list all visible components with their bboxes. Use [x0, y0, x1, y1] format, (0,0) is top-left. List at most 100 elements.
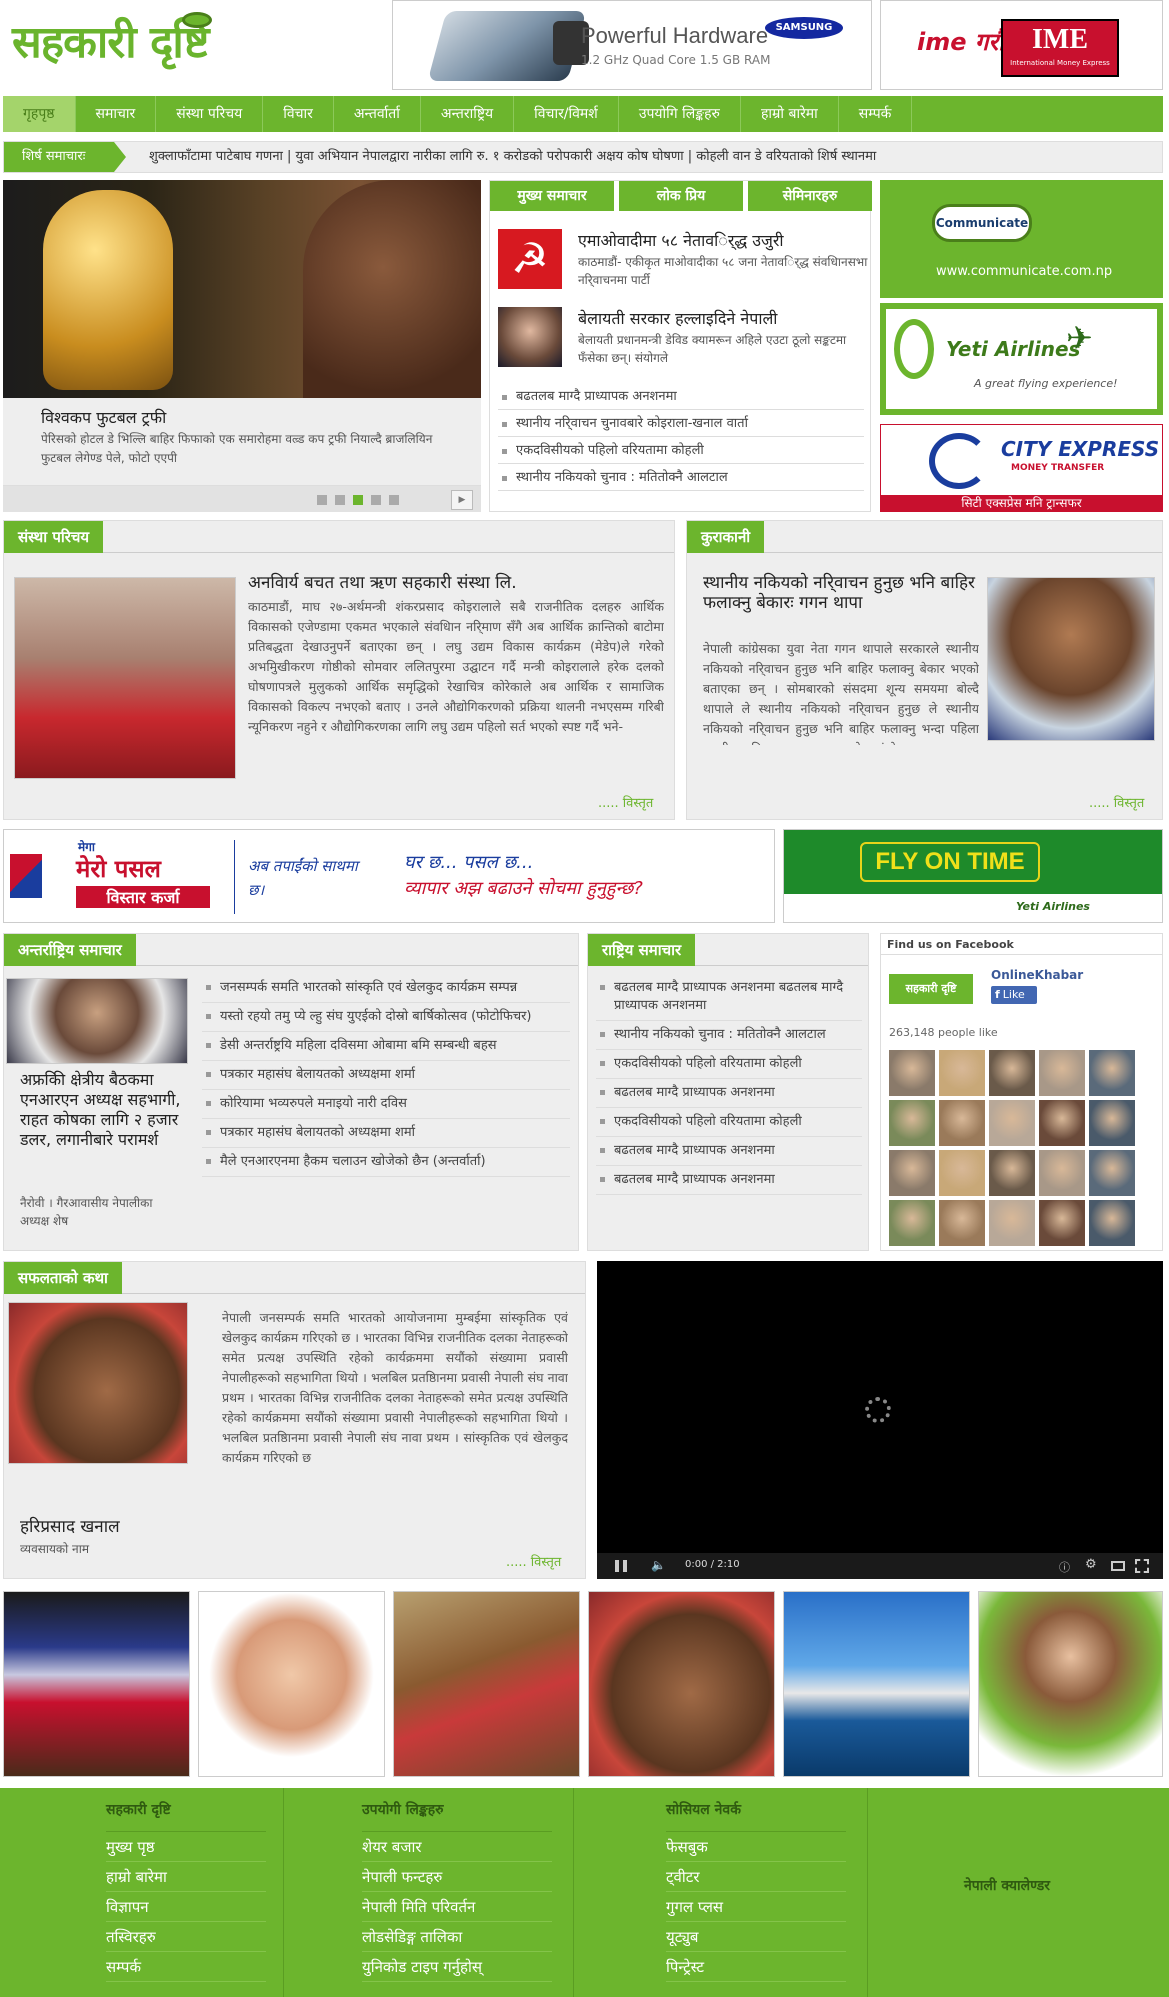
nrn-president-photo[interactable]	[6, 978, 188, 1064]
fb-fan-avatar[interactable]	[889, 1050, 935, 1096]
footer-link[interactable]: नेपाली फन्टहरु	[362, 1862, 552, 1892]
nav-item[interactable]: अन्तर्वार्ता	[334, 96, 421, 132]
yeti-airlines-ad[interactable]: Yeti Airlines ✈ A great flying experienc…	[880, 303, 1163, 415]
intl-news-item[interactable]: मैले एनआरएनमा हैकम चलाउन खोजेको छैन (अन्…	[202, 1148, 570, 1177]
fb-fan-avatar[interactable]	[1089, 1150, 1135, 1196]
fb-fan-avatar[interactable]	[939, 1150, 985, 1196]
footer-link[interactable]: लोडसेडिङ्ग तालिका	[362, 1922, 552, 1952]
footer-link[interactable]: तस्विरहरु	[106, 1922, 266, 1952]
gallery-photo[interactable]	[3, 1591, 190, 1777]
fb-fan-avatar[interactable]	[939, 1050, 985, 1096]
slide-dot[interactable]	[317, 495, 327, 505]
slide-dot[interactable]	[335, 495, 345, 505]
article-title[interactable]: स्थानीय नकियको नरि्वाचन हुनुछ भनि बाहिर …	[703, 573, 993, 613]
footer-link[interactable]: गुगल प्लस	[666, 1892, 846, 1922]
tab-seminars[interactable]: सेमिनारहरु	[748, 181, 872, 211]
slide-title[interactable]: विश्वकप फुटबल ट्रफी	[41, 406, 166, 428]
samsung-ad[interactable]: Powerful Hardware 1.2 GHz Quad Core 1.5 …	[392, 0, 872, 90]
nav-item[interactable]: हाम्रो बारेमा	[741, 96, 839, 132]
gallery-photo[interactable]	[393, 1591, 580, 1777]
footer-link[interactable]: युनिकोड टाइप गर्नुहोस्	[362, 1952, 552, 1982]
fb-fan-avatar[interactable]	[989, 1100, 1035, 1146]
gallery-photo[interactable]	[198, 1591, 385, 1777]
nav-item[interactable]: विचार/विमर्श	[514, 96, 619, 132]
fb-fan-avatar[interactable]	[1089, 1200, 1135, 1246]
city-express-ad[interactable]: CITY EXPRESS MONEY TRANSFER सिटी एक्सप्र…	[880, 424, 1163, 512]
intl-news-item[interactable]: जनसम्पर्क समति भारतको सांस्कृति एवं खेलक…	[202, 974, 570, 1003]
footer-link[interactable]: शेयर बजार	[362, 1832, 552, 1862]
article-title[interactable]: अनविार्य बचत तथा ऋण सहकारी संस्था लि.	[248, 573, 668, 593]
nav-item[interactable]: गृहपृष्ठ	[3, 96, 76, 132]
site-logo[interactable]: सहकारी दृष्टि	[12, 8, 272, 78]
nepali-calendar-widget[interactable]: नेपाली क्यालेण्डर	[964, 1876, 1050, 1895]
national-news-item[interactable]: स्थानीय नकियको चुनाव : मतितोक्नै आलटाल	[596, 1021, 862, 1050]
fb-fan-avatar[interactable]	[1039, 1100, 1085, 1146]
settings-icon[interactable]: ⚙	[1085, 1557, 1097, 1572]
fly-on-time-banner[interactable]: FLY ON TIME Yeti Airlines	[783, 829, 1163, 923]
footer-link[interactable]: नेपाली मिति परिवर्तन	[362, 1892, 552, 1922]
section-heading[interactable]: राष्ट्रिय समाचार	[588, 934, 696, 966]
featured-slider[interactable]: विश्वकप फुटबल ट्रफी पेरिसको होटल डे भिल्…	[3, 180, 481, 512]
nav-item[interactable]: सम्पर्क	[839, 96, 913, 132]
next-slide-button[interactable]: ▶	[451, 490, 473, 510]
woman-portrait[interactable]	[8, 1302, 188, 1464]
footer-link[interactable]: ट्वीटर	[666, 1862, 846, 1892]
slide-dot[interactable]	[371, 495, 381, 505]
pause-icon[interactable]	[615, 1560, 627, 1572]
gallery-photo[interactable]	[783, 1591, 970, 1777]
fb-like-button[interactable]: f Like	[991, 986, 1037, 1004]
intl-news-item[interactable]: डेसी अन्तर्राष्ट्रयि महिला दविसमा ओबामा …	[202, 1032, 570, 1061]
fb-fan-avatar[interactable]	[1089, 1050, 1135, 1096]
news-list-item[interactable]: स्थानीय नरि्वाचन चुनावबारे कोइराला-खनाल …	[498, 410, 864, 437]
fb-fan-avatar[interactable]	[889, 1150, 935, 1196]
gagan-thapa-photo[interactable]	[987, 577, 1155, 741]
nav-item[interactable]: उपयोगि लिङ्कहरु	[619, 96, 741, 132]
fb-fan-avatar[interactable]	[889, 1100, 935, 1146]
info-icon[interactable]: ⓘ	[1059, 1559, 1070, 1575]
story-title[interactable]: बेलायती सरकार हल्लाइदिने नेपाली	[578, 307, 777, 329]
footer-link[interactable]: यूट्युब	[666, 1922, 846, 1952]
section-heading[interactable]: कुराकानी	[687, 521, 765, 553]
fb-fan-avatar[interactable]	[939, 1200, 985, 1246]
gallery-photo[interactable]	[588, 1591, 775, 1777]
slide-image[interactable]	[3, 180, 481, 398]
national-news-item[interactable]: बढतलब माग्दै प्राध्यापक अनशनमा बढतलब माग…	[596, 974, 862, 1021]
footer-link[interactable]: हाम्रो बारेमा	[106, 1862, 266, 1892]
fb-fan-avatar[interactable]	[939, 1100, 985, 1146]
news-list-item[interactable]: बढतलब माग्दै प्राध्यापक अनशनमा	[498, 383, 864, 410]
slide-dot-active[interactable]	[353, 495, 363, 505]
nav-item[interactable]: समाचार	[76, 96, 157, 132]
theater-mode-icon[interactable]	[1111, 1561, 1125, 1571]
section-heading[interactable]: सफलताको कथा	[4, 1262, 122, 1294]
fb-fan-avatar[interactable]	[989, 1050, 1035, 1096]
fb-fan-avatar[interactable]	[1039, 1200, 1085, 1246]
national-news-item[interactable]: एकदविसीयको पहिलो वरियतामा कोहली	[596, 1050, 862, 1079]
nav-item[interactable]: संस्था परिचय	[156, 96, 264, 132]
volume-icon[interactable]: 🔈	[651, 1558, 666, 1572]
intl-news-item[interactable]: पत्रकार महासंघ बेलायतको अध्यक्षमा शर्मा	[202, 1119, 570, 1148]
fb-fan-avatar[interactable]	[889, 1200, 935, 1246]
ime-ad[interactable]: ime गरौ IME International Money Express	[880, 0, 1163, 90]
footer-link[interactable]: मुख्य पृष्ठ	[106, 1832, 266, 1862]
fb-page-logo[interactable]: सहकारी दृष्टि	[889, 974, 973, 1004]
news-list-item[interactable]: एकदविसीयको पहिलो वरियतामा कोहली	[498, 437, 864, 464]
fb-fan-avatar[interactable]	[989, 1150, 1035, 1196]
section-heading[interactable]: संस्था परिचय	[4, 521, 104, 553]
national-news-item[interactable]: बढतलब माग्दै प्राध्यापक अनशनमा	[596, 1166, 862, 1195]
mero-pasal-banner[interactable]: मेगा मेरो पसल विस्तार कर्जा अब तपाईंको स…	[3, 829, 775, 923]
footer-link[interactable]: सम्पर्क	[106, 1952, 266, 1982]
ceremony-photo[interactable]	[14, 577, 236, 779]
slide-dot[interactable]	[389, 495, 399, 505]
fb-fan-avatar[interactable]	[1039, 1150, 1085, 1196]
footer-link[interactable]: फेसबुक	[666, 1832, 846, 1862]
fb-page-name[interactable]: OnlineKhabar	[991, 968, 1083, 982]
fb-fan-avatar[interactable]	[1089, 1100, 1135, 1146]
national-news-item[interactable]: एकदविसीयको पहिलो वरियतामा कोहली	[596, 1108, 862, 1137]
national-news-item[interactable]: बढतलब माग्दै प्राध्यापक अनशनमा	[596, 1079, 862, 1108]
nav-item[interactable]: अन्तराष्ट्रिय	[421, 96, 515, 132]
ticker-text[interactable]: शुक्लाफाँटामा पाटेबाघ गणना | युवा अभियान…	[149, 142, 1149, 172]
gallery-photo[interactable]	[978, 1591, 1163, 1777]
fb-fan-avatar[interactable]	[989, 1200, 1035, 1246]
read-more-link[interactable]: ..... विस्तृत	[506, 1552, 561, 1570]
fullscreen-icon[interactable]	[1135, 1559, 1149, 1573]
